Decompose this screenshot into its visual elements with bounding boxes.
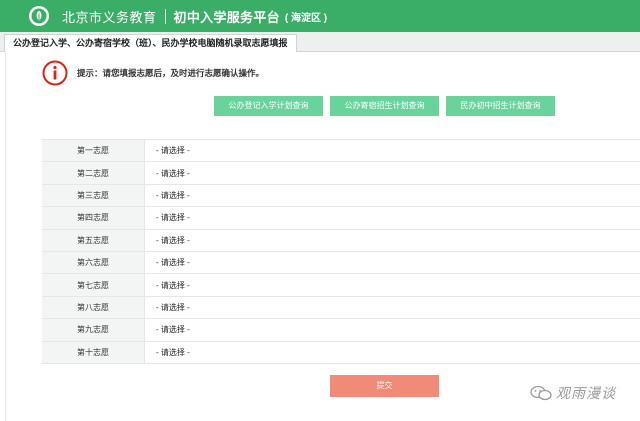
choice-label: 第十志愿 bbox=[42, 341, 145, 363]
choice-select[interactable]: - 请选择 - ▼ bbox=[145, 274, 640, 295]
choice-label: 第一志愿 bbox=[42, 140, 145, 162]
choice-label: 第九志愿 bbox=[42, 319, 145, 341]
choice-select[interactable]: - 请选择 - ▼ bbox=[145, 185, 640, 206]
public-registration-plan-button[interactable]: 公办登记入学计划查询 bbox=[214, 96, 323, 116]
top-header: 北京市义务教育 初中入学服务平台 ( 海淀区 ) bbox=[0, 0, 640, 32]
watermark: 观雨漫谈 bbox=[530, 383, 616, 403]
choice-label: 第二志愿 bbox=[42, 162, 145, 184]
choice-select-value: - 请选择 - bbox=[156, 190, 190, 200]
tab-bar: 公办登记入学、公办寄宿学校（班）、民办学校电脑随机录取志愿填报 bbox=[0, 32, 640, 52]
content-left-border bbox=[5, 52, 6, 421]
choice-row: 第一志愿 - 请选择 - ▼ bbox=[42, 140, 640, 163]
choice-select[interactable]: - 请选择 - ▼ bbox=[145, 297, 640, 318]
wechat-icon bbox=[530, 385, 552, 401]
choice-select[interactable]: - 请选择 - ▼ bbox=[145, 319, 640, 340]
choice-row: 第四志愿 - 请选择 - ▼ bbox=[42, 207, 640, 230]
choice-table: 第一志愿 - 请选择 - ▼ 第二志愿 - 请选择 - ▼ 第三志愿 - 请选择… bbox=[42, 139, 640, 364]
choice-row: 第八志愿 - 请选择 - ▼ bbox=[42, 296, 640, 320]
choice-label: 第八志愿 bbox=[42, 296, 145, 319]
choice-row: 第九志愿 - 请选择 - ▼ bbox=[42, 319, 640, 342]
info-icon bbox=[42, 60, 68, 86]
watermark-text: 观雨漫谈 bbox=[556, 385, 616, 401]
choice-label: 第五志愿 bbox=[42, 229, 145, 251]
choice-select-value: - 请选择 - bbox=[156, 235, 190, 245]
public-boarding-plan-button[interactable]: 公办寄宿招生计划查询 bbox=[330, 96, 439, 116]
submit-button[interactable]: 提交 bbox=[330, 375, 439, 397]
tip-text: 提示：请您填报志愿后，及时进行志愿确认操作。 bbox=[77, 68, 265, 78]
choice-row: 第十志愿 - 请选择 - ▼ bbox=[42, 341, 640, 364]
choice-select-value: - 请选择 - bbox=[156, 168, 190, 178]
choice-select[interactable]: - 请选择 - ▼ bbox=[145, 162, 640, 183]
choice-row: 第六志愿 - 请选择 - ▼ bbox=[42, 251, 640, 275]
choice-select-value: - 请选择 - bbox=[156, 347, 190, 357]
brand-title: 北京市义务教育 bbox=[62, 9, 157, 25]
choice-select-value: - 请选择 - bbox=[156, 258, 190, 268]
education-logo-icon bbox=[29, 6, 49, 26]
choice-select[interactable]: - 请选择 - ▼ bbox=[145, 230, 640, 251]
choice-row: 第五志愿 - 请选择 - ▼ bbox=[42, 229, 640, 252]
choice-row: 第七志愿 - 请选择 - ▼ bbox=[42, 274, 640, 297]
choice-select-value: - 请选择 - bbox=[156, 213, 190, 223]
choice-label: 第四志愿 bbox=[42, 207, 145, 229]
choice-select-value: - 请选择 - bbox=[156, 302, 190, 312]
choice-select-value: - 请选择 - bbox=[156, 146, 190, 156]
choice-label: 第七志愿 bbox=[42, 274, 145, 296]
choice-select[interactable]: - 请选择 - ▼ bbox=[145, 207, 640, 228]
tab-choice-filling[interactable]: 公办登记入学、公办寄宿学校（班）、民办学校电脑随机录取志愿填报 bbox=[4, 34, 297, 52]
header-divider bbox=[164, 8, 166, 24]
choice-label: 第六志愿 bbox=[42, 251, 145, 274]
private-school-plan-button[interactable]: 民办初中招生计划查询 bbox=[446, 96, 555, 116]
choice-select-value: - 请选择 - bbox=[156, 280, 190, 290]
choice-row: 第三志愿 - 请选择 - ▼ bbox=[42, 184, 640, 208]
choice-row: 第二志愿 - 请选择 - ▼ bbox=[42, 162, 640, 185]
platform-title: 初中入学服务平台 bbox=[173, 9, 280, 25]
choice-select[interactable]: - 请选择 - ▼ bbox=[145, 140, 640, 161]
choice-select-value: - 请选择 - bbox=[156, 325, 190, 335]
district-label: ( 海淀区 ) bbox=[284, 12, 328, 24]
choice-select[interactable]: - 请选择 - ▼ bbox=[145, 342, 640, 363]
choice-select[interactable]: - 请选择 - ▼ bbox=[145, 252, 640, 273]
choice-label: 第三志愿 bbox=[42, 184, 145, 207]
